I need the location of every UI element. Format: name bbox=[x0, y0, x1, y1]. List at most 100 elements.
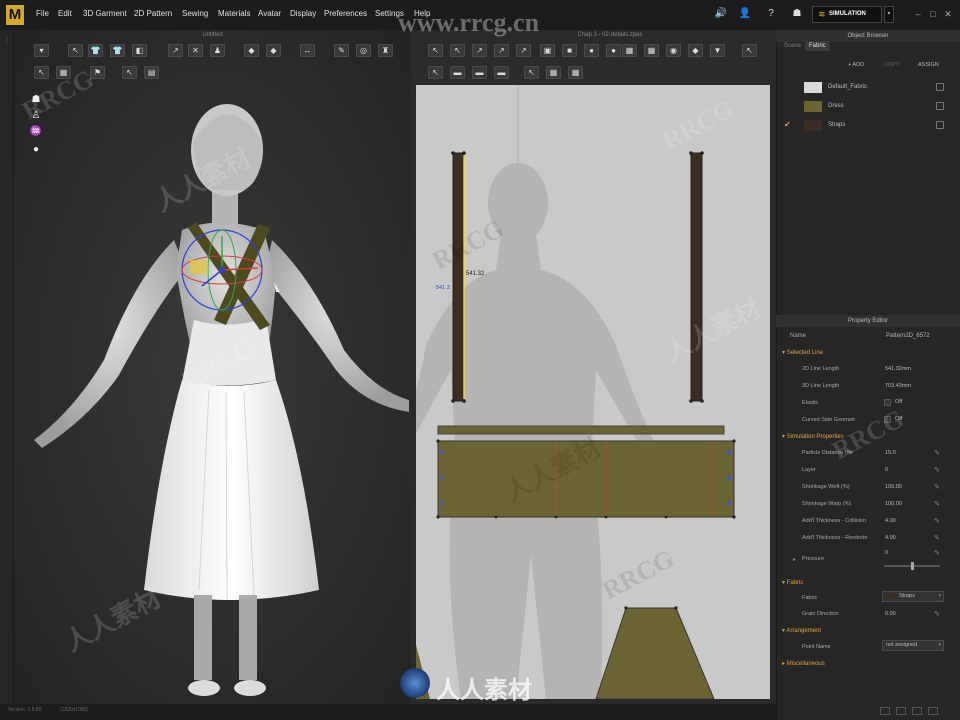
prop-pressure-value[interactable]: 0 bbox=[882, 548, 942, 558]
prop-collision-value[interactable]: 4.00 bbox=[882, 516, 942, 526]
maximize-icon[interactable]: □ bbox=[927, 8, 939, 20]
internal-rect-button[interactable]: ▦ bbox=[644, 44, 659, 57]
menu-3d-garment[interactable]: 3D Garment bbox=[83, 9, 127, 18]
prop-layer-value[interactable]: 0 bbox=[882, 465, 942, 475]
prop-rendering-value[interactable]: 4.00 bbox=[882, 533, 942, 543]
section-arrangement[interactable]: ▾ Arrangement bbox=[782, 627, 821, 634]
texture-button[interactable]: ▤ bbox=[144, 66, 159, 79]
tab-scene[interactable]: Scene bbox=[780, 41, 805, 51]
garment-tool-2-button[interactable]: 👕 bbox=[110, 44, 125, 57]
edit-pattern-button[interactable]: ↖ bbox=[450, 44, 465, 57]
transform-pattern-button[interactable]: ↖ bbox=[428, 44, 443, 57]
sewing-segment-button[interactable]: ↖ bbox=[428, 66, 443, 79]
select-move-button[interactable]: ↖ bbox=[68, 44, 83, 57]
texture-2d-b-button[interactable]: ▦ bbox=[568, 66, 583, 79]
select-3d-button[interactable]: ↖ bbox=[34, 66, 49, 79]
brush-icon[interactable]: ✎ bbox=[934, 549, 940, 557]
avatar-icon[interactable]: ☗ bbox=[790, 7, 804, 21]
pin-tool-button[interactable]: ↗ bbox=[168, 44, 183, 57]
layout-icon[interactable] bbox=[896, 707, 906, 715]
trace-button[interactable]: ▼ bbox=[710, 44, 725, 57]
fabric-select[interactable]: Straps ▾ bbox=[882, 591, 944, 602]
section-fabric[interactable]: ▾ Fabric bbox=[782, 579, 803, 586]
volume-icon[interactable]: 🔊 bbox=[714, 7, 728, 21]
pressure-slider-handle[interactable] bbox=[911, 562, 914, 570]
circle-button[interactable]: ● bbox=[584, 44, 599, 57]
help-icon[interactable]: ? bbox=[764, 7, 778, 21]
polygon-button[interactable]: ▣ bbox=[540, 44, 555, 57]
name-value[interactable]: Pattern2D_6572 bbox=[886, 333, 930, 339]
avatar-measure-button[interactable]: ♜ bbox=[378, 44, 393, 57]
garment-tool-button[interactable]: 👕 bbox=[88, 44, 103, 57]
menu-file[interactable]: File bbox=[36, 9, 49, 18]
grid-2d-button[interactable]: ↖ bbox=[742, 44, 757, 57]
curvature-button[interactable]: ↗ bbox=[516, 44, 531, 57]
internal-polygon-button[interactable]: ● bbox=[606, 44, 621, 57]
prop-2d-line-length-value[interactable]: 541.32mm bbox=[882, 364, 942, 374]
brush-icon[interactable]: ✎ bbox=[934, 483, 940, 491]
avatar-pose-button[interactable]: ♟ bbox=[210, 44, 225, 57]
select-2d-button[interactable]: ↖ bbox=[524, 66, 539, 79]
fabric-item-default[interactable]: Default_Fabric bbox=[780, 79, 948, 97]
brush-icon[interactable]: ✎ bbox=[934, 449, 940, 457]
viewport-2d[interactable]: 541.32 541.3 bbox=[416, 85, 770, 699]
dart-button[interactable]: ▦ bbox=[622, 44, 637, 57]
select-mesh-button[interactable]: ↖ bbox=[122, 66, 137, 79]
brush-icon[interactable]: ✎ bbox=[934, 466, 940, 474]
brush-icon[interactable]: ✎ bbox=[934, 610, 940, 618]
menu-materials[interactable]: Materials bbox=[218, 9, 250, 18]
fabric-item-dress[interactable]: Dress bbox=[780, 98, 948, 116]
brush-icon[interactable]: ✎ bbox=[934, 500, 940, 508]
rotate-button[interactable]: ◎ bbox=[356, 44, 371, 57]
fabric-visibility-icon[interactable] bbox=[936, 102, 944, 110]
assign-fabric-button[interactable]: ASSIGN bbox=[918, 62, 939, 68]
menu-display[interactable]: Display bbox=[290, 9, 316, 18]
brush-icon[interactable]: ✎ bbox=[934, 517, 940, 525]
fold-tool-button[interactable]: ◧ bbox=[132, 44, 147, 57]
point-name-select[interactable]: not assigned ▾ bbox=[882, 640, 944, 651]
segment-sewing-button[interactable]: ▬ bbox=[450, 66, 465, 79]
panel-grip-icon[interactable]: ⋮ bbox=[2, 36, 12, 46]
menu-sewing[interactable]: Sewing bbox=[182, 9, 208, 18]
minimize-icon[interactable]: – bbox=[912, 8, 924, 20]
elastic-checkbox[interactable] bbox=[884, 399, 891, 406]
expand-arrow-icon[interactable]: ▸ bbox=[793, 556, 796, 563]
prop-grain-value[interactable]: 0.00 bbox=[882, 609, 942, 619]
internal-circle-button[interactable]: ◉ bbox=[666, 44, 681, 57]
measure-button[interactable]: ↔ bbox=[300, 44, 315, 57]
prop-warp-value[interactable]: 100.00 bbox=[882, 499, 942, 509]
section-selected-line[interactable]: ▾ Selected Line bbox=[782, 349, 823, 356]
add-fabric-button[interactable]: + ADD bbox=[848, 62, 864, 68]
arrangement-2-button[interactable]: ◆ bbox=[266, 44, 281, 57]
user-icon[interactable]: 👤 bbox=[738, 7, 752, 21]
avatar-toggle-button[interactable]: ▾ bbox=[34, 44, 49, 57]
arrangement-button[interactable]: ◆ bbox=[244, 44, 259, 57]
menu-edit[interactable]: Edit bbox=[58, 9, 72, 18]
elastic-button[interactable]: ◆ bbox=[688, 44, 703, 57]
prop-weft-value[interactable]: 100.00 bbox=[882, 482, 942, 492]
m-n-sewing-button[interactable]: ▬ bbox=[494, 66, 509, 79]
add-point-button[interactable]: ↗ bbox=[494, 44, 509, 57]
menu-2d-pattern[interactable]: 2D Pattern bbox=[134, 9, 172, 18]
view-garment-icon[interactable]: ♒ bbox=[28, 126, 44, 140]
fabric-item-straps[interactable]: ✔ Straps bbox=[780, 117, 948, 135]
rectangle-button[interactable]: ■ bbox=[562, 44, 577, 57]
texture-2d-button[interactable]: ▦ bbox=[546, 66, 561, 79]
menu-avatar[interactable]: Avatar bbox=[258, 9, 281, 18]
fabric-visibility-icon[interactable] bbox=[936, 83, 944, 91]
edit-curve-button[interactable]: ↗ bbox=[472, 44, 487, 57]
layout-icon[interactable] bbox=[928, 707, 938, 715]
gizmo-button[interactable]: ✎ bbox=[334, 44, 349, 57]
tab-fabric[interactable]: Fabric bbox=[805, 41, 830, 51]
close-icon[interactable]: ✕ bbox=[942, 8, 954, 20]
menu-preferences[interactable]: Preferences bbox=[324, 9, 367, 18]
brush-icon[interactable]: ✎ bbox=[934, 534, 940, 542]
prop-particle-value[interactable]: 15.0 bbox=[882, 448, 942, 458]
fabric-visibility-icon[interactable] bbox=[936, 121, 944, 129]
view-head-icon[interactable]: ● bbox=[28, 144, 44, 158]
layout-icon[interactable] bbox=[912, 707, 922, 715]
section-misc[interactable]: ▸ Miscellaneous bbox=[782, 660, 825, 667]
copy-fabric-button[interactable]: COPY bbox=[884, 62, 900, 68]
free-sewing-button[interactable]: ▬ bbox=[472, 66, 487, 79]
tack-tool-button[interactable]: ✕ bbox=[188, 44, 203, 57]
